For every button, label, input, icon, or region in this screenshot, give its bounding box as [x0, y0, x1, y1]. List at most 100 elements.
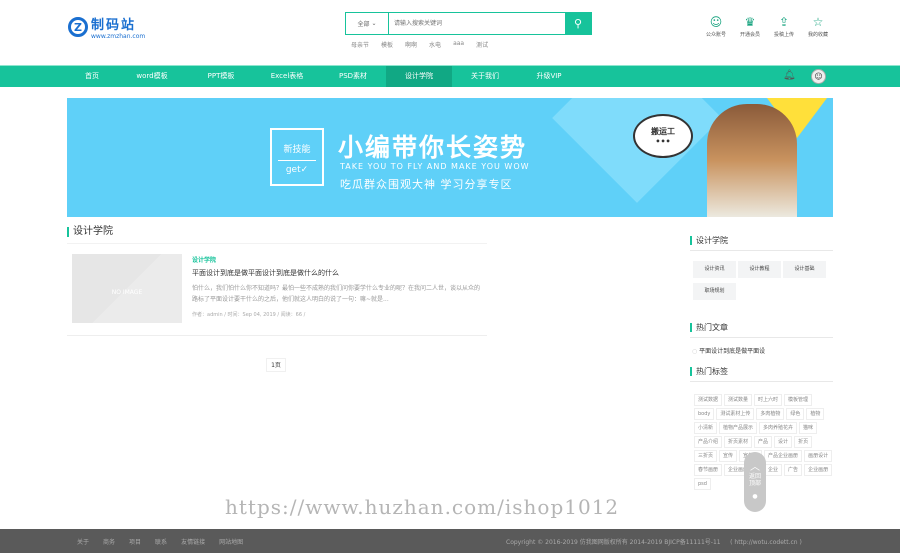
- nav-design[interactable]: 设计学院: [386, 66, 452, 87]
- avatar[interactable]: ☺: [811, 69, 826, 84]
- hot-search-link[interactable]: 啊啊: [405, 40, 417, 49]
- tag[interactable]: 三折页: [694, 450, 718, 462]
- crown-icon: ♛: [744, 15, 756, 29]
- tag[interactable]: psd: [694, 478, 711, 490]
- post-title[interactable]: 平面设计到底是做平面设计到底是做什么的什么: [192, 268, 339, 278]
- tool-upload[interactable]: ⇪ 投稿上传: [771, 15, 797, 38]
- tag[interactable]: 画册设计: [804, 450, 833, 462]
- nav-home[interactable]: 首页: [59, 66, 125, 87]
- hot-search-link[interactable]: 母亲节: [351, 40, 369, 49]
- tag[interactable]: 模板管理: [784, 394, 813, 406]
- tag[interactable]: body: [694, 408, 715, 420]
- sidebar-category[interactable]: 设计教程: [738, 261, 781, 278]
- search-input[interactable]: [389, 13, 565, 34]
- tag[interactable]: 产品: [754, 436, 773, 448]
- tag[interactable]: 多肉植物: [756, 408, 785, 420]
- hot-search-link[interactable]: 模板: [381, 40, 393, 49]
- post-meta: 作者：admin / 时间：Sep 04, 2019 / 阅读：66 /: [192, 312, 306, 318]
- sidebar-category[interactable]: 设计资讯: [693, 261, 736, 278]
- banner-title: 小编带你长姿势: [338, 133, 528, 162]
- header-tools: ☺ 公众账号 ♛ 开通会员 ⇪ 投稿上传 ☆ 我的收藏: [703, 15, 831, 38]
- sidebar-category[interactable]: 职场规划: [693, 283, 736, 300]
- section-title: 设计学院: [67, 227, 113, 237]
- footer-link[interactable]: 关于: [77, 537, 89, 546]
- nav-vip[interactable]: 升级VIP: [516, 66, 582, 87]
- hot-article[interactable]: ○ 平面设计到底是做平面设: [692, 346, 765, 355]
- tag[interactable]: 小清新: [694, 422, 718, 434]
- pagination-page[interactable]: 1页: [266, 358, 286, 372]
- search-scope-label: 全部: [357, 21, 370, 28]
- divider: [690, 250, 833, 251]
- banner-decoration: [552, 98, 722, 203]
- tool-label: 投稿上传: [773, 32, 794, 38]
- tool-favorites[interactable]: ☆ 我的收藏: [805, 15, 831, 38]
- hot-search-link[interactable]: aaa: [453, 40, 464, 49]
- post-thumbnail[interactable]: NO IMAGE: [72, 254, 182, 323]
- wechat-icon: ☺: [709, 15, 723, 29]
- header: Z 制码站www.zmzhan.com 全部 ⌄ ⚲ 母亲节 模板 啊啊 水电 aaa 测…: [0, 0, 900, 65]
- footer-link[interactable]: 联系: [155, 537, 167, 546]
- sidebar-category[interactable]: 设计基础: [783, 261, 826, 278]
- nav-ppt[interactable]: PPT模板: [188, 66, 254, 87]
- tag[interactable]: 宣传: [719, 450, 738, 462]
- tag[interactable]: 植物产品展示: [719, 422, 758, 434]
- nav-about[interactable]: 关于我们: [452, 66, 518, 87]
- hot-search-link[interactable]: 测试: [476, 40, 488, 49]
- post-category[interactable]: 设计学院: [192, 255, 216, 264]
- logo-name: 制码站: [91, 18, 137, 33]
- footer-link[interactable]: 项目: [129, 537, 141, 546]
- search-button[interactable]: ⚲: [565, 13, 591, 34]
- banner[interactable]: 新技能 get✓ 小编带你长姿势 TAKE YOU TO FLY AND MAKE…: [67, 98, 833, 217]
- divider: [690, 337, 833, 338]
- tag[interactable]: 绿色: [786, 408, 805, 420]
- tag[interactable]: 产品企业画册: [764, 450, 803, 462]
- tool-vip[interactable]: ♛ 开通会员: [737, 15, 763, 38]
- tag[interactable]: 产品介绍: [694, 436, 723, 448]
- hot-search-link[interactable]: 水电: [429, 40, 441, 49]
- footer-link[interactable]: 商务: [103, 537, 115, 546]
- tool-label: 公众账号: [705, 32, 726, 38]
- bell-icon[interactable]: 🔔︎: [783, 70, 796, 81]
- footer-link[interactable]: 友情链接: [181, 537, 205, 546]
- tag[interactable]: 测试素材上传: [716, 408, 755, 420]
- tag[interactable]: 猫咪: [799, 422, 818, 434]
- hot-searches: 母亲节 模板 啊啊 水电 aaa 测试: [351, 40, 488, 49]
- tag[interactable]: 企业: [764, 464, 783, 476]
- sidebar-category-title: 设计学院: [690, 236, 833, 245]
- circle-icon: ○: [692, 348, 698, 355]
- tag[interactable]: 折页: [794, 436, 813, 448]
- back-to-top-button[interactable]: ︿ 返回 顶部 ●: [744, 452, 766, 512]
- hot-article-title: 平面设计到底是做平面设: [699, 348, 766, 355]
- tag[interactable]: 测试数量: [724, 394, 753, 406]
- back-to-top-label: 返回 顶部: [748, 473, 761, 487]
- banner-person-image: [707, 104, 797, 217]
- tag[interactable]: 广告: [784, 464, 803, 476]
- tool-wechat[interactable]: ☺ 公众账号: [703, 15, 729, 38]
- star-icon: ☆: [812, 15, 824, 29]
- main-nav: 首页 word模板 PPT模板 Excel表格 PSD素材 设计学院 关于我们 …: [0, 65, 900, 87]
- nav-excel[interactable]: Excel表格: [254, 66, 320, 87]
- tag[interactable]: 企业画册: [804, 464, 833, 476]
- tag[interactable]: 植物: [806, 408, 825, 420]
- banner-bubble: 搬运工 •••: [633, 114, 693, 158]
- badge-bottom: get✓: [278, 160, 316, 175]
- logo-icon: Z: [68, 17, 88, 37]
- footer: 关于 商务 项目 联系 友情链接 网站地图 Copyright © 2016-2019 仿…: [0, 529, 900, 553]
- tag[interactable]: 春节画册: [694, 464, 723, 476]
- tag[interactable]: 设计: [774, 436, 793, 448]
- tool-label: 我的收藏: [807, 32, 828, 38]
- banner-en: TAKE YOU TO FLY AND MAKE YOU WOW: [340, 162, 530, 171]
- tag[interactable]: 多肉养殖花卉: [759, 422, 798, 434]
- copyright: Copyright © 2016-2019 仿我图网版权所有 2014-2019…: [506, 539, 802, 546]
- tag[interactable]: 时上六时: [754, 394, 783, 406]
- bubble-text: 搬运工: [651, 127, 675, 136]
- tag[interactable]: 测试数据: [694, 394, 723, 406]
- divider: [690, 381, 833, 382]
- logo[interactable]: Z 制码站 www.zmzhan.com: [68, 14, 145, 40]
- banner-badge: 新技能 get✓: [270, 128, 324, 186]
- tag[interactable]: 折页素材: [724, 436, 753, 448]
- footer-link[interactable]: 网站地图: [219, 537, 243, 546]
- search-scope-select[interactable]: 全部 ⌄: [346, 13, 389, 34]
- nav-word[interactable]: word模板: [119, 66, 185, 87]
- nav-psd[interactable]: PSD素材: [320, 66, 386, 87]
